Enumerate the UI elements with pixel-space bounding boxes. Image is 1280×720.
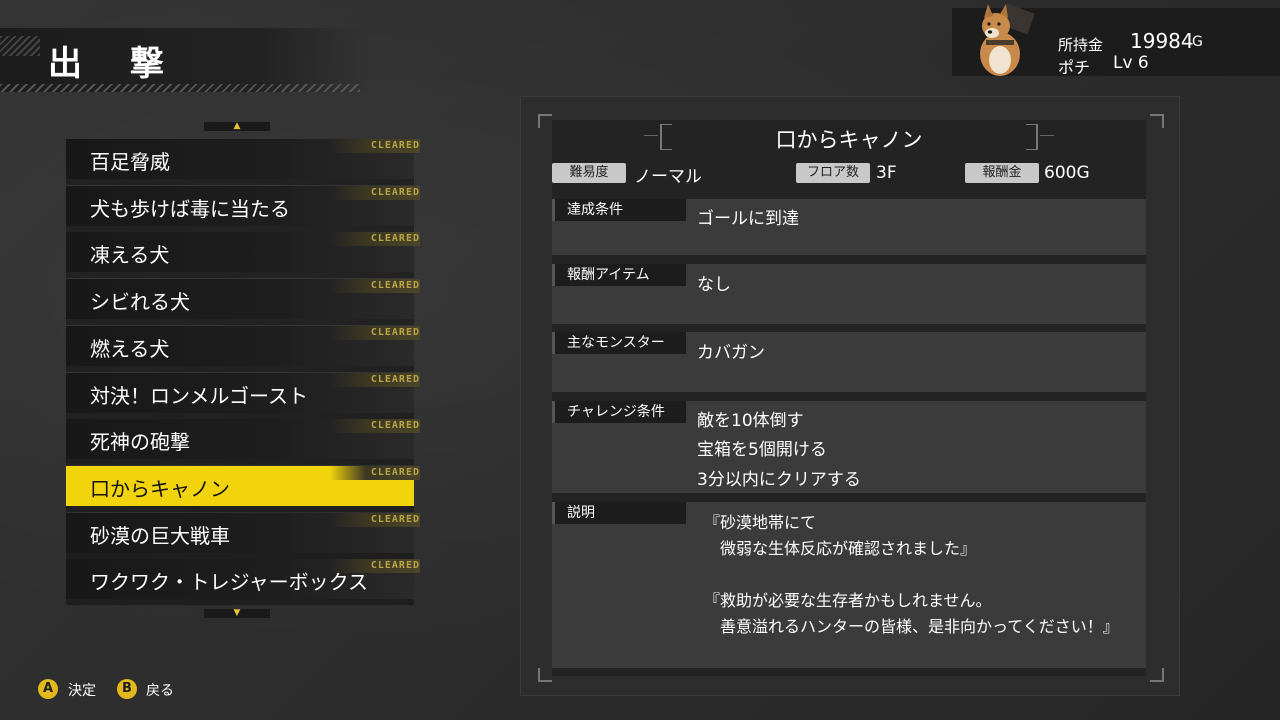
goal-text: ゴールに到達 xyxy=(697,209,799,229)
description-text: 『砂漠地帯にて 微弱な生体反応が確認されました』 『救助が必要な生存者かもしれま… xyxy=(704,513,1119,636)
page-title: 出 撃 xyxy=(48,44,182,84)
mission-item-label: 対決！ロンメルゴースト xyxy=(90,384,308,408)
mission-item-label: 口からキャノン xyxy=(90,477,230,501)
mission-item-shadow xyxy=(66,506,414,512)
mission-item-label: 死神の砲撃 xyxy=(90,430,190,454)
money-label: 所持金 xyxy=(1058,36,1104,54)
mission-item-label: 百足脅威 xyxy=(90,150,170,174)
cleared-badge: CLEARED xyxy=(330,559,420,573)
scroll-up-button[interactable]: ▲ xyxy=(204,122,270,131)
panel-corner xyxy=(538,114,552,128)
reward-item-text: なし xyxy=(697,275,731,295)
goal-label: 達成条件 xyxy=(552,199,686,221)
mission-item-label: 燃える犬 xyxy=(90,337,170,361)
mission-item-shadow xyxy=(66,459,414,465)
title-decoration xyxy=(644,135,658,136)
cleared-badge: CLEARED xyxy=(330,232,420,246)
monsters-text: カバガン xyxy=(697,343,765,363)
challenge-label: チャレンジ条件 xyxy=(552,401,686,423)
panel-corner xyxy=(538,668,552,682)
scroll-down-button[interactable]: ▼ xyxy=(204,609,270,618)
reward-money-value: 600G xyxy=(1044,163,1090,183)
challenge-item: 宝箱を5個開ける xyxy=(697,440,827,460)
cleared-badge: CLEARED xyxy=(330,186,420,200)
reward-item-label: 報酬アイテム xyxy=(552,264,686,286)
mission-title: 口からキャノン xyxy=(775,128,923,152)
floors-tag: フロア数 xyxy=(796,163,870,183)
shiba-dog-avatar-icon xyxy=(962,2,1042,76)
challenge-item: 敵を10体倒す xyxy=(697,411,804,431)
mission-item-shadow xyxy=(66,319,414,325)
mission-item-label: シビれる犬 xyxy=(90,290,190,314)
difficulty-tag: 難易度 xyxy=(552,163,626,183)
cleared-badge: CLEARED xyxy=(330,466,420,480)
money-unit: G xyxy=(1192,34,1203,50)
money-value: 19984 xyxy=(1130,29,1194,53)
chevron-down-icon: ▼ xyxy=(233,608,241,618)
mission-item-label: 犬も歩けば毒に当たる xyxy=(90,197,290,221)
player-name: ポチ xyxy=(1058,58,1091,77)
mission-item-shadow xyxy=(66,179,414,185)
chevron-up-icon: ▲ xyxy=(233,121,241,131)
cleared-badge: CLEARED xyxy=(330,139,420,153)
cleared-badge: CLEARED xyxy=(330,373,420,387)
monsters-label: 主なモンスター xyxy=(552,332,686,354)
mission-item-shadow xyxy=(66,599,414,605)
mission-item-shadow xyxy=(66,272,414,278)
title-decoration xyxy=(1040,135,1054,136)
header-stripe xyxy=(0,84,360,92)
cleared-badge: CLEARED xyxy=(330,326,420,340)
mission-item-label: ワクワク・トレジャーボックス xyxy=(90,570,368,594)
panel-corner xyxy=(1150,668,1164,682)
b-button-icon[interactable]: B xyxy=(117,679,137,699)
a-button-icon[interactable]: A xyxy=(38,679,58,699)
mission-item-shadow xyxy=(66,366,414,372)
reward-money-tag: 報酬金 xyxy=(965,163,1039,183)
challenge-item: 3分以内にクリアする xyxy=(697,470,861,490)
mission-item-label: 砂漠の巨大戦車 xyxy=(90,524,230,548)
cleared-badge: CLEARED xyxy=(330,513,420,527)
panel-corner xyxy=(1150,114,1164,128)
cleared-badge: CLEARED xyxy=(330,279,420,293)
mission-item-label: 凍える犬 xyxy=(90,243,170,267)
difficulty-value: ノーマル xyxy=(634,167,702,187)
back-label: 戻る xyxy=(146,683,174,699)
header-decoration xyxy=(0,36,40,56)
floors-value: 3F xyxy=(876,163,897,183)
description-label: 説明 xyxy=(552,502,686,524)
confirm-label: 決定 xyxy=(68,683,96,699)
cleared-badge: CLEARED xyxy=(330,419,420,433)
player-level: Lv 6 xyxy=(1113,53,1149,73)
